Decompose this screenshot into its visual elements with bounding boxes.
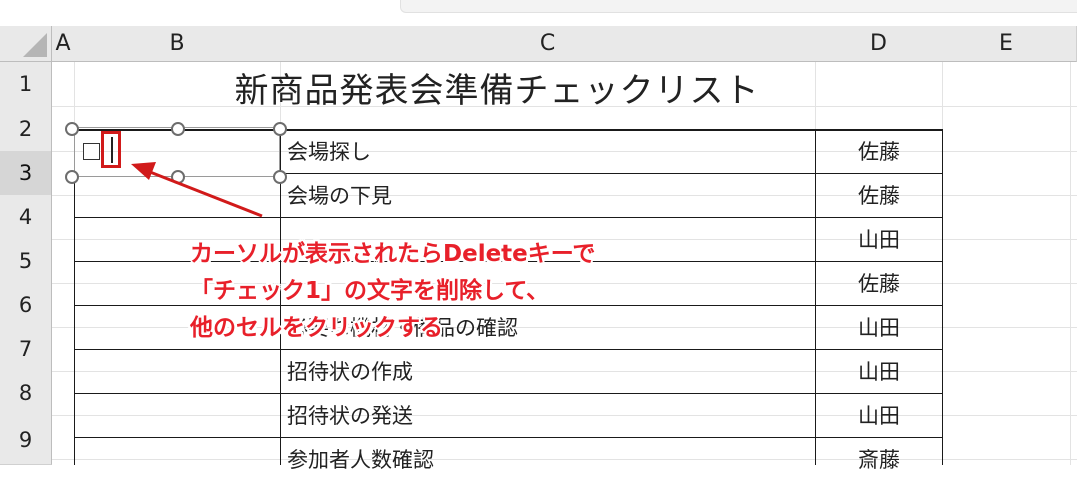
annotation-text: カーソルが表示されたらDeleteキーで 「チェック1」の文字を削除して、 他の… [190,236,710,347]
annotation-line-2: 「チェック1」の文字を削除して、 [190,278,550,304]
arrow-head-icon [131,162,156,180]
ribbon-edge [0,0,1077,26]
annotation-line-1: カーソルが表示されたらDeleteキーで [190,241,596,267]
worksheet[interactable]: A B C D E 1 2 3 4 5 6 7 8 9 新商品発表会準備チェック… [0,26,1077,472]
formula-bar-edge [400,0,1077,13]
annotation-line-3: 他のセルをクリックする [190,315,443,341]
arrow-line [149,170,263,218]
